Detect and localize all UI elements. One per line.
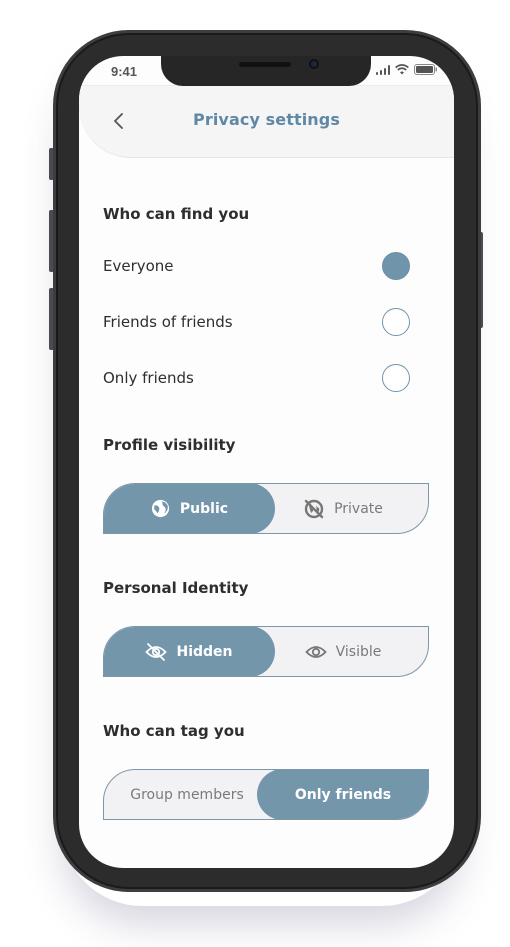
segment-label: Public (179, 500, 229, 517)
profile-visibility-title: Profile visibility (103, 436, 236, 454)
radio-option-friends-of-friends[interactable]: Friends of friends (103, 306, 410, 338)
radio-button-checked[interactable] (382, 252, 410, 280)
segment-label: Hidden (176, 643, 233, 660)
battery-icon (414, 64, 438, 75)
eye-off-icon (145, 642, 168, 661)
segment-group-members[interactable]: Group members (104, 770, 271, 819)
speaker (239, 62, 291, 67)
find-you-title: Who can find you (103, 205, 250, 223)
radio-option-everyone[interactable]: Everyone (103, 250, 410, 282)
globe-off-icon (304, 499, 324, 518)
globe-icon (151, 499, 170, 518)
segment-only-friends[interactable]: Only friends (257, 770, 428, 819)
profile-visibility-toggle: Private Public (103, 483, 429, 534)
wifi-icon (395, 64, 409, 75)
status-icons (375, 64, 439, 75)
tag-you-title: Who can tag you (103, 722, 245, 740)
segment-private[interactable]: Private (257, 484, 428, 533)
segment-label: Group members (130, 786, 244, 803)
status-time: 9:41 (111, 64, 138, 79)
radio-option-only-friends[interactable]: Only friends (103, 362, 410, 394)
radio-label: Friends of friends (103, 313, 233, 331)
personal-identity-toggle: Visible Hidden (103, 626, 429, 677)
notch (161, 56, 371, 86)
eye-icon (304, 645, 327, 658)
screen: 9:41 Privacy settings Who can find you E… (79, 56, 454, 868)
segment-label: Visible (335, 643, 382, 660)
segment-hidden[interactable]: Hidden (104, 627, 275, 676)
segment-label: Only friends (294, 786, 392, 803)
tag-you-toggle: Group members Only friends (103, 769, 429, 820)
radio-label: Everyone (103, 257, 174, 275)
radio-label: Only friends (103, 369, 194, 387)
front-camera (309, 59, 319, 69)
radio-button[interactable] (382, 308, 410, 336)
signal-icon (375, 64, 390, 75)
segment-public[interactable]: Public (104, 484, 275, 533)
personal-identity-title: Personal Identity (103, 579, 249, 597)
header: Privacy settings (79, 85, 454, 158)
radio-button[interactable] (382, 364, 410, 392)
segment-label: Private (334, 500, 383, 517)
page-title: Privacy settings (193, 110, 340, 129)
segment-visible[interactable]: Visible (257, 627, 428, 676)
